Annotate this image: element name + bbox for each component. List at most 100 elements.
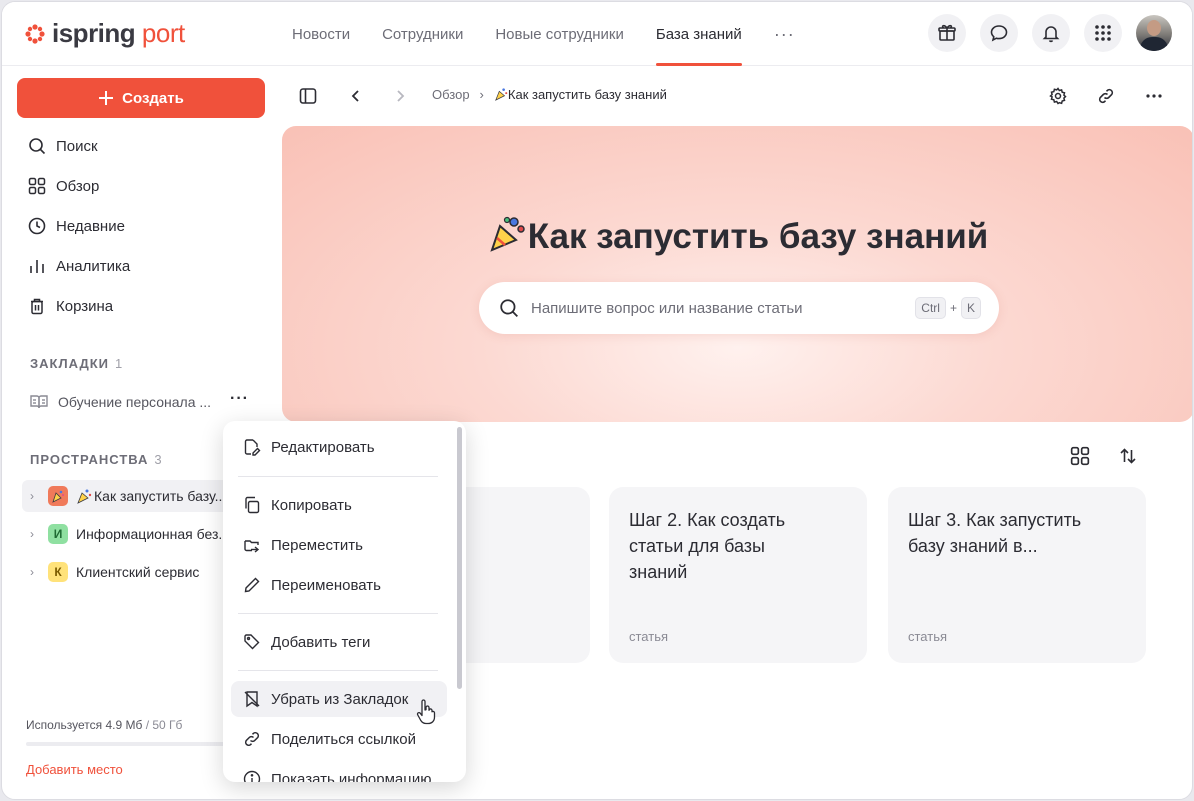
menu-item-show-info[interactable]: Показать информацию (231, 761, 447, 782)
pencil-icon (244, 577, 260, 593)
breadcrumb-bar: Обзор › Как запустить базу знаний (282, 66, 1192, 126)
create-button-label: Создать (122, 89, 184, 107)
nav-news[interactable]: Новости (292, 2, 350, 66)
nav-employees[interactable]: Сотрудники (382, 2, 463, 66)
menu-item-label: Добавить теги (271, 633, 371, 651)
top-bar: ispring port Новости Сотрудники Новые со… (2, 2, 1192, 66)
sort-icon (1120, 448, 1136, 464)
hero-banner: Как запустить базу знаний Напишите вопро… (282, 126, 1192, 422)
add-space-link[interactable]: Добавить место (26, 762, 123, 777)
chevron-left-icon (351, 90, 359, 102)
chevron-right-icon[interactable]: › (30, 565, 40, 579)
grid-icon (28, 177, 46, 195)
info-icon (243, 770, 261, 782)
apps-grid-icon (1095, 25, 1111, 41)
chevron-right-icon[interactable]: › (30, 489, 40, 503)
settings-button[interactable] (1046, 84, 1070, 108)
chat-icon (990, 25, 1008, 42)
edit-icon (244, 439, 261, 456)
trash-icon (31, 298, 43, 315)
bookmark-more-button[interactable]: ··· (230, 390, 249, 408)
bookmarks-section-title: ЗАКЛАДКИ 1 (30, 356, 124, 371)
menu-item-label: Показать информацию (271, 770, 432, 783)
card-type: статья (629, 629, 669, 644)
menu-item-label: Переименовать (271, 576, 381, 594)
article-card[interactable]: Шаг 2. Как создать статьи для базы знани… (609, 487, 867, 663)
card-title: Шаг 3. Как запустить базу знаний в... (908, 510, 1082, 556)
logo[interactable]: ispring port (24, 18, 185, 49)
sidebar-item-overview[interactable]: Обзор (18, 166, 268, 206)
create-button[interactable]: Создать (17, 78, 265, 118)
sidebar-toggle-icon (299, 88, 317, 104)
nav-more-button[interactable]: ··· (774, 2, 795, 66)
sort-button[interactable] (1118, 446, 1138, 471)
kbd-plus: + (949, 301, 957, 315)
copy-icon (245, 496, 260, 514)
chat-button[interactable] (980, 14, 1018, 52)
link-icon (244, 731, 260, 747)
search-placeholder: Напишите вопрос или название статьи (531, 299, 803, 317)
space-badge: К (48, 562, 68, 582)
party-popper-icon (77, 489, 92, 504)
book-open-icon (30, 395, 48, 409)
party-popper-icon (490, 216, 525, 252)
menu-item-share-link[interactable]: Поделиться ссылкой (231, 721, 447, 757)
space-label: Клиентский сервис (76, 564, 200, 580)
toggle-sidebar-button[interactable] (296, 84, 320, 108)
space-badge: И (48, 524, 68, 544)
nav-new-employees[interactable]: Новые сотрудники (495, 2, 624, 66)
more-options-button[interactable] (1142, 84, 1166, 108)
sidebar-item-recent[interactable]: Недавние (18, 206, 268, 246)
menu-item-remove-bookmark[interactable]: Убрать из Закладок (231, 681, 447, 717)
gift-button[interactable] (928, 14, 966, 52)
app-window: ispring port Новости Сотрудники Новые со… (1, 1, 1193, 800)
page-title: Как запустить базу знаний (282, 214, 1192, 257)
kbd-ctrl: Ctrl (915, 297, 946, 319)
link-icon (1098, 88, 1114, 104)
menu-item-label: Переместить (271, 536, 363, 554)
menu-scrollbar[interactable] (457, 427, 462, 689)
search-input[interactable]: Напишите вопрос или название статьи Ctrl… (479, 282, 999, 334)
menu-item-edit[interactable]: Редактировать (231, 429, 447, 465)
bookmark-item[interactable]: Обучение персонала ... (30, 390, 260, 414)
nav-knowledge-base[interactable]: База знаний (655, 2, 742, 66)
sidebar-item-trash[interactable]: Корзина (18, 286, 268, 326)
apps-button[interactable] (1084, 14, 1122, 52)
menu-divider (238, 670, 438, 671)
spaces-section-title: ПРОСТРАНСТВА 3 (30, 452, 163, 467)
notifications-button[interactable] (1032, 14, 1070, 52)
copy-link-button[interactable] (1094, 84, 1118, 108)
article-card[interactable]: Шаг 3. Как запустить базу знаний в... ст… (888, 487, 1146, 663)
menu-item-label: Поделиться ссылкой (271, 730, 416, 748)
sidebar-item-label: Корзина (56, 297, 114, 315)
kbd-k: K (960, 297, 981, 319)
menu-item-label: Убрать из Закладок (271, 690, 409, 708)
menu-item-copy[interactable]: Копировать (231, 487, 447, 523)
menu-item-rename[interactable]: Переименовать (231, 567, 447, 603)
menu-item-move[interactable]: Переместить (231, 527, 447, 563)
back-button[interactable] (344, 84, 368, 108)
storage-usage-bar (26, 742, 226, 746)
search-icon (500, 299, 518, 317)
user-avatar[interactable] (1136, 15, 1172, 51)
forward-button[interactable] (388, 84, 412, 108)
main-nav: Новости Сотрудники Новые сотрудники База… (292, 2, 795, 66)
card-title: Шаг 2. Как создать статьи для базы знани… (629, 510, 786, 582)
space-label: Информационная без... (76, 526, 231, 542)
top-icons (928, 14, 1172, 52)
grid-view-button[interactable] (1070, 446, 1090, 471)
menu-item-add-tags[interactable]: Добавить теги (231, 624, 447, 660)
sidebar-item-analytics[interactable]: Аналитика (18, 246, 268, 286)
sidebar-item-label: Обзор (56, 177, 100, 195)
plus-icon (99, 91, 114, 105)
sidebar-item-label: Поиск (56, 137, 98, 155)
card-type: статья (908, 629, 948, 644)
move-icon (244, 540, 260, 553)
breadcrumb-root[interactable]: Обзор (432, 87, 470, 102)
breadcrumb-separator-icon: › (479, 87, 484, 102)
tag-icon (244, 634, 260, 650)
ispring-logo-icon (25, 23, 45, 44)
sidebar-menu: Поиск Обзор Недавние Аналитика Корзина (18, 126, 268, 326)
chevron-right-icon[interactable]: › (30, 527, 40, 541)
sidebar-item-search[interactable]: Поиск (18, 126, 268, 166)
